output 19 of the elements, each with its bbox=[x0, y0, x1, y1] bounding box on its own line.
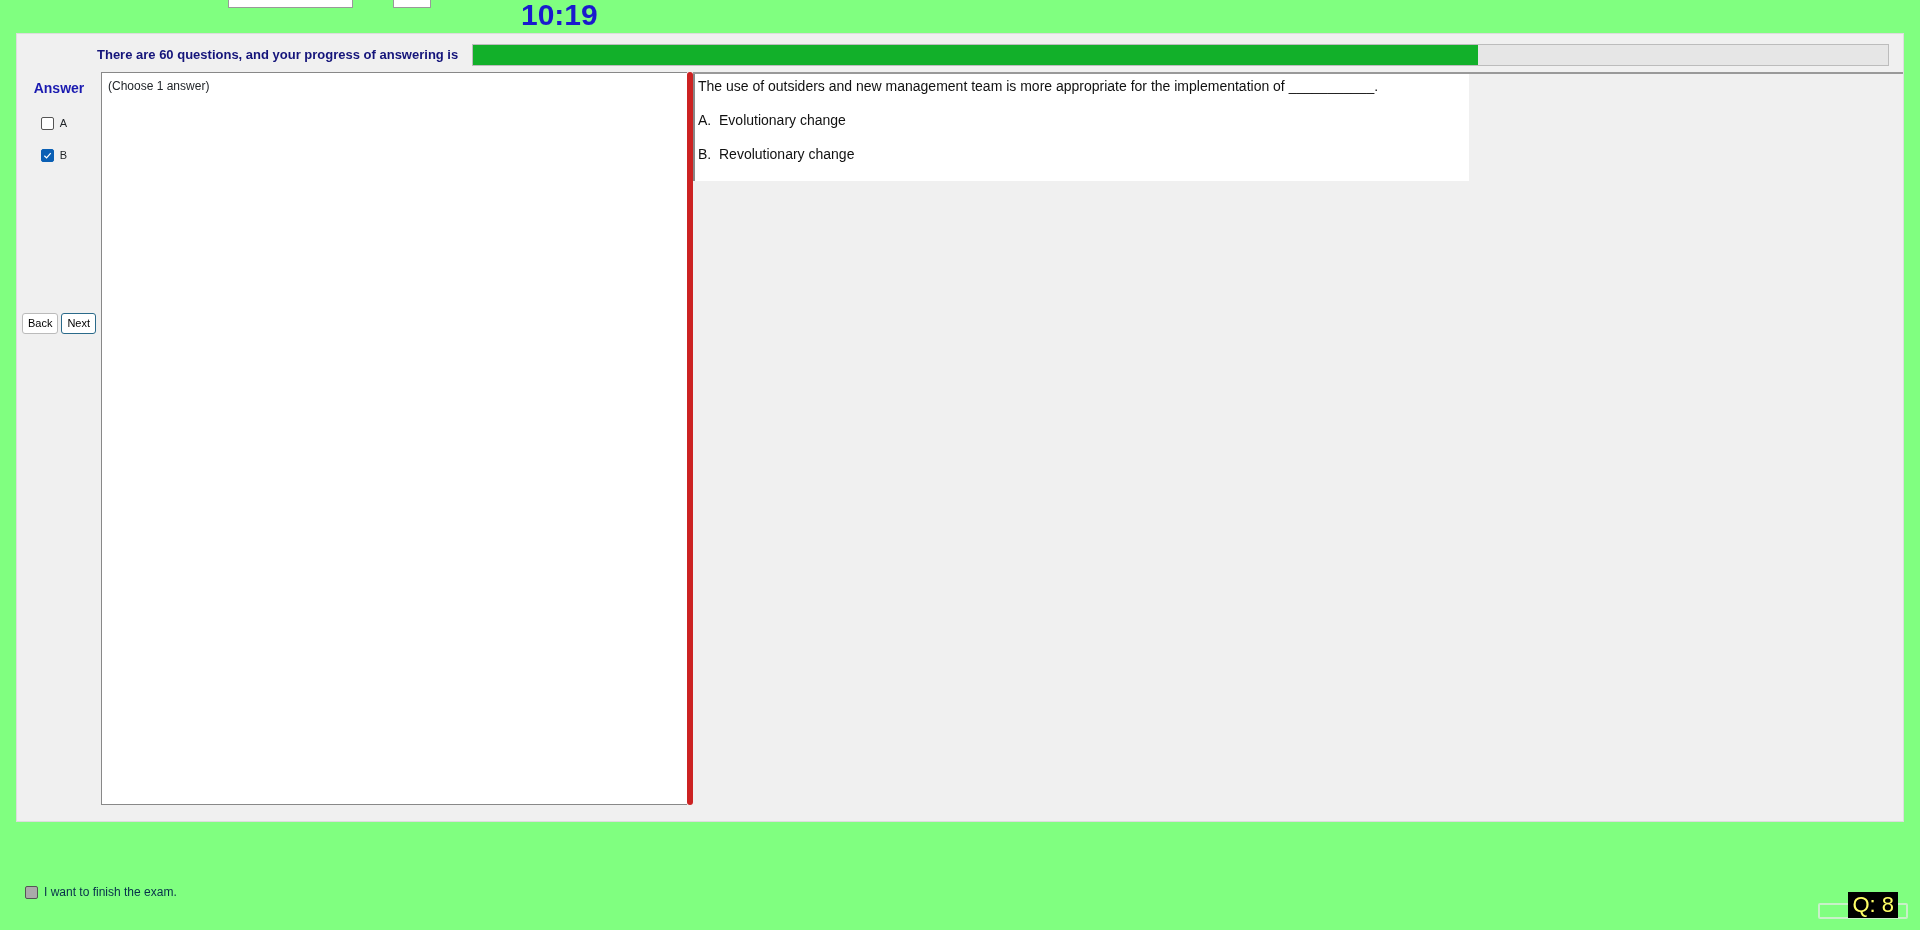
answer-hint: (Choose 1 answer) bbox=[108, 79, 210, 93]
finish-checkbox[interactable] bbox=[25, 885, 38, 899]
progress-label: There are 60 questions, and your progress of answering is bbox=[97, 46, 459, 65]
answer-checkbox[interactable] bbox=[40, 116, 54, 130]
choice-text: B. Revolutionary change bbox=[698, 145, 856, 164]
option-label: B bbox=[59, 147, 68, 163]
back-button[interactable]: Back bbox=[21, 313, 59, 334]
finish-label: I want to finish the exam. bbox=[44, 884, 177, 901]
option-label: A bbox=[59, 115, 68, 131]
answer-title: Answer bbox=[33, 79, 85, 98]
question-text: The use of outsiders and new management team is more appropriate for the implementation of ___________. bbox=[698, 77, 1380, 96]
answer-checkbox[interactable] bbox=[40, 148, 54, 162]
next-button[interactable]: Next bbox=[61, 313, 97, 334]
question-number: Q: 8 bbox=[1848, 892, 1898, 918]
countdown-timer: 10:19 bbox=[521, 0, 598, 30]
input-field[interactable] bbox=[228, 0, 353, 8]
input-field[interactable] bbox=[393, 0, 431, 8]
choice-text: A. Evolutionary change bbox=[698, 111, 847, 130]
splitter-handle[interactable] bbox=[687, 72, 693, 805]
